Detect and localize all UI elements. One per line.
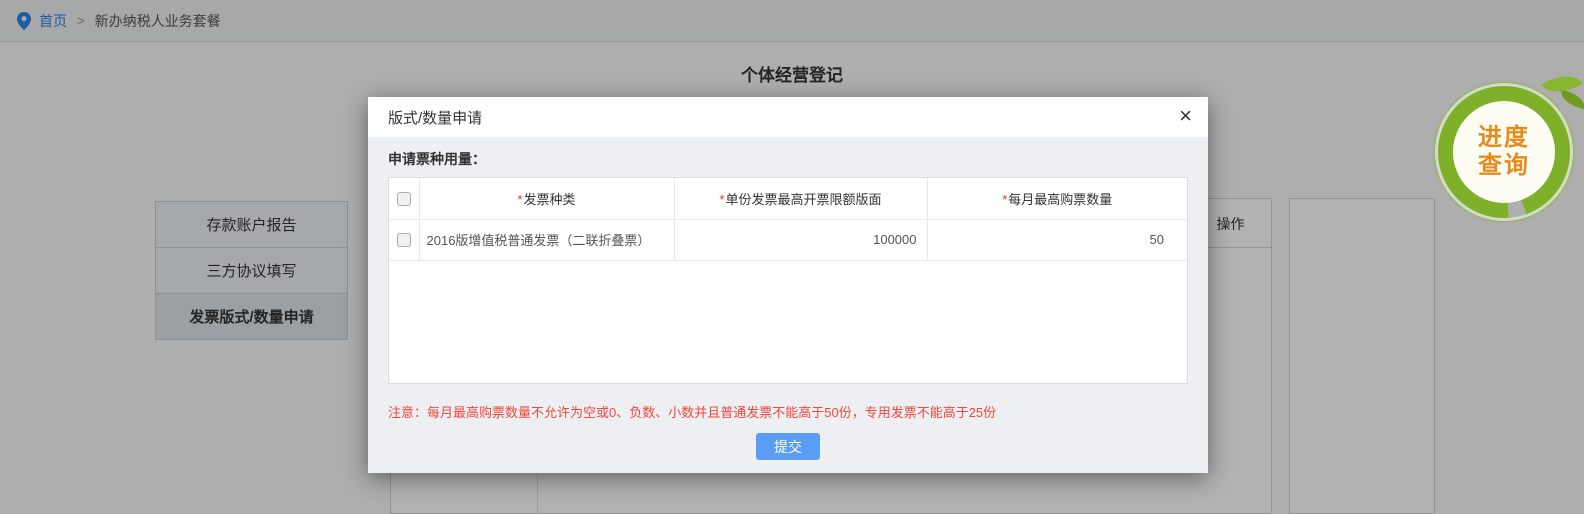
close-icon[interactable]: ×	[1179, 105, 1192, 127]
table-row: 2016版增值税普通发票（二联折叠票） 100000 50	[389, 219, 1187, 261]
invoice-table: *发票种类 *单份发票最高开票限额版面 *每月最高购票数量 2016版增值税普通…	[388, 177, 1188, 384]
select-all-header-cell	[389, 178, 420, 220]
badge-text-line1: 进度	[1478, 123, 1530, 151]
submit-button[interactable]: 提交	[756, 433, 820, 460]
row-checkbox[interactable]	[396, 233, 411, 248]
dialog-title: 版式/数量申请	[388, 109, 483, 127]
dialog-footer: 提交	[388, 433, 1188, 460]
table-header-row: *发票种类 *单份发票最高开票限额版面 *每月最高购票数量	[389, 178, 1187, 220]
section-label: 申请票种用量：	[388, 151, 486, 167]
badge-ring: 进度 查询	[1438, 86, 1570, 218]
badge-text-line2: 查询	[1478, 152, 1530, 179]
required-mark: *	[517, 191, 523, 207]
cell-max-monthly-count: 50	[927, 219, 1187, 261]
column-header-max-invoice-limit: *单份发票最高开票限额版面	[674, 178, 928, 220]
select-all-checkbox[interactable]	[396, 192, 411, 207]
validation-note: 注意：每月最高购票数量不允许为空或0、负数、小数并且普通发票不能高于50份，专用…	[388, 405, 997, 420]
column-header-invoice-type: *发票种类	[419, 178, 675, 220]
required-mark: *	[1002, 191, 1008, 207]
progress-query-badge[interactable]: 进度 查询	[1438, 66, 1584, 218]
cell-invoice-type: 2016版增值税普通发票（二联折叠票）	[419, 219, 675, 261]
dialog-header: 版式/数量申请 ×	[368, 97, 1208, 137]
badge-inner: 进度 查询	[1453, 101, 1555, 203]
required-mark: *	[719, 191, 725, 207]
invoice-type-quantity-dialog: 版式/数量申请 × 申请票种用量： *发票种类 *单份发票最高开票限额版面 *每…	[368, 97, 1208, 473]
column-header-max-monthly-count: *每月最高购票数量	[927, 178, 1187, 220]
dialog-body: 申请票种用量： *发票种类 *单份发票最高开票限额版面 *每月最高购票数量 20…	[368, 137, 1208, 460]
row-checkbox-cell	[389, 219, 420, 261]
cell-max-invoice-limit: 100000	[674, 219, 928, 261]
